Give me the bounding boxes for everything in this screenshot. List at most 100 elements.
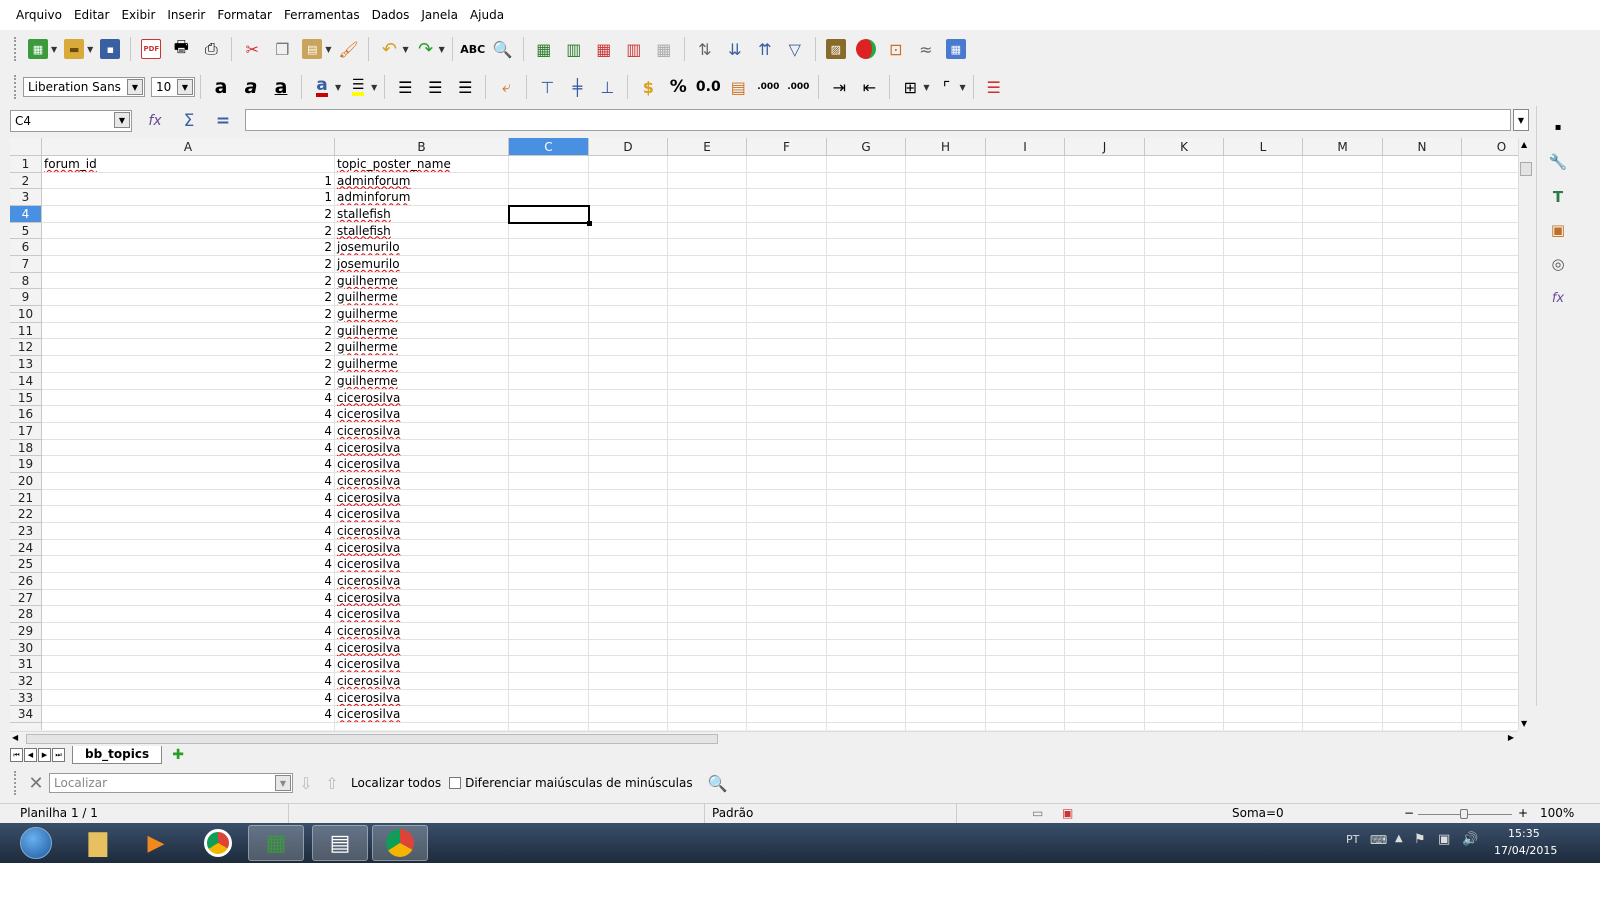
cell-a[interactable]: 4 (42, 656, 334, 672)
vertical-scroll-thumb[interactable] (1520, 162, 1532, 176)
row-header[interactable]: 31 (10, 656, 42, 674)
cell-a[interactable]: 4 (42, 456, 334, 472)
zoom-in-icon[interactable]: + (1518, 806, 1528, 820)
column-header[interactable]: B (335, 138, 509, 156)
fill-handle[interactable] (587, 220, 592, 226)
cell-b[interactable]: cicerosilva (335, 573, 508, 589)
column-header[interactable]: E (668, 138, 747, 156)
taskbar-chrome[interactable] (190, 825, 246, 861)
cell-a[interactable]: 2 (42, 239, 334, 255)
redo-button[interactable]: ↷ (411, 35, 441, 63)
number-format-button[interactable]: 0.0 (693, 73, 723, 101)
row-header[interactable]: 5 (10, 222, 42, 240)
wrap-text-button[interactable]: ⤶ (491, 73, 521, 101)
bold-button[interactable]: a (206, 73, 236, 101)
find-next-button[interactable]: ⇩ (293, 769, 319, 797)
column-header[interactable]: N (1383, 138, 1462, 156)
cell-a[interactable]: 4 (42, 606, 334, 622)
find-replace-button[interactable]: 🔍 (703, 769, 733, 797)
next-sheet-icon[interactable]: ▶ (38, 748, 51, 762)
cell-b[interactable]: cicerosilva (335, 623, 508, 639)
network-icon[interactable]: ▣ (1438, 832, 1450, 847)
cell-b[interactable]: guilherme (335, 339, 508, 355)
row-header[interactable]: 21 (10, 489, 42, 507)
pivot-table-button[interactable]: ⊡ (881, 35, 911, 63)
row-header[interactable]: 11 (10, 322, 42, 340)
cell-b[interactable]: topic_poster_name (335, 156, 508, 172)
cell-b[interactable]: guilherme (335, 306, 508, 322)
cell-b[interactable]: cicerosilva (335, 656, 508, 672)
currency-button[interactable]: $ (633, 73, 663, 101)
cell-a[interactable]: 2 (42, 256, 334, 272)
delete-decimal-button[interactable]: .000 (783, 73, 813, 101)
italic-button[interactable]: a (236, 73, 266, 101)
clock-date[interactable]: 17/04/2015 (1494, 844, 1557, 857)
borders-button[interactable]: ⊞ (895, 73, 925, 101)
last-sheet-icon[interactable]: ⏭ (52, 748, 65, 762)
cell-a[interactable]: 4 (42, 673, 334, 689)
zoom-slider-thumb[interactable] (1460, 809, 1468, 819)
print-preview-button[interactable]: ⎙ (196, 35, 226, 63)
cell-a[interactable]: 4 (42, 440, 334, 456)
column-header[interactable]: A (42, 138, 335, 156)
border-style-button[interactable]: ⌜ (931, 73, 961, 101)
cell-a[interactable]: 4 (42, 640, 334, 656)
toolbar-grip[interactable] (14, 75, 17, 99)
cell-a[interactable]: 4 (42, 390, 334, 406)
show-hidden-icons-icon[interactable]: ▲ (1395, 833, 1403, 844)
cell-b[interactable]: cicerosilva (335, 706, 508, 722)
cell-b[interactable]: guilherme (335, 273, 508, 289)
sidebar-menu-icon[interactable]: ▪ (1547, 116, 1569, 138)
cell-b[interactable]: guilherme (335, 356, 508, 372)
column-header[interactable]: K (1145, 138, 1224, 156)
underline-button[interactable]: a (266, 73, 296, 101)
cell-b[interactable]: cicerosilva (335, 523, 508, 539)
styles-icon[interactable]: T (1547, 186, 1569, 208)
taskbar-calc[interactable]: ▦ (248, 825, 304, 861)
cell-a[interactable]: 4 (42, 590, 334, 606)
autofilter-button[interactable]: ▽ (780, 35, 810, 63)
decrease-indent-button[interactable]: ⇤ (854, 73, 884, 101)
taskbar-media-player[interactable]: ▶ (128, 825, 184, 861)
row-header[interactable]: 12 (10, 339, 42, 357)
background-color-button[interactable]: ☰ (343, 73, 373, 101)
cell-b[interactable]: cicerosilva (335, 406, 508, 422)
column-button[interactable]: ▥ (559, 35, 589, 63)
menu-tools[interactable]: Ferramentas (278, 8, 366, 22)
chevron-down-icon[interactable]: ▼ (114, 112, 130, 128)
sum-button[interactable]: Σ (172, 108, 206, 134)
export-pdf-button[interactable]: PDF (136, 35, 166, 63)
cell-b[interactable]: cicerosilva (335, 590, 508, 606)
cell-b[interactable]: stallefish (335, 206, 508, 222)
row-header[interactable]: 23 (10, 522, 42, 540)
find-previous-button[interactable]: ⇧ (319, 769, 345, 797)
cell-a[interactable]: 2 (42, 289, 334, 305)
cell-a[interactable]: 2 (42, 223, 334, 239)
cell-b[interactable]: cicerosilva (335, 673, 508, 689)
cell-cursor[interactable] (508, 205, 590, 224)
cell-a[interactable]: 2 (42, 306, 334, 322)
cell-a[interactable]: 2 (42, 373, 334, 389)
copy-button[interactable]: ❐ (267, 35, 297, 63)
toolbar-grip[interactable] (14, 771, 17, 795)
action-center-icon[interactable]: ⚑ (1414, 832, 1426, 847)
sort-ascending-button[interactable]: ⇊ (720, 35, 750, 63)
menu-data[interactable]: Dados (366, 8, 416, 22)
cell-b[interactable]: stallefish (335, 223, 508, 239)
percent-button[interactable]: % (663, 73, 693, 101)
delete-row-button[interactable]: ▦ (589, 35, 619, 63)
scroll-left-icon[interactable]: ◀ (12, 733, 18, 742)
cell-b[interactable]: cicerosilva (335, 506, 508, 522)
functions-icon[interactable]: fx (1547, 287, 1569, 309)
row-header[interactable]: 18 (10, 439, 42, 457)
row-header[interactable]: 7 (10, 256, 42, 273)
cell-a[interactable]: 1 (42, 189, 334, 205)
formula-input[interactable] (245, 109, 1511, 131)
clone-formatting-button[interactable]: 🖌 (333, 35, 363, 63)
expand-formula-icon[interactable]: ▼ (1513, 109, 1529, 131)
cell-b[interactable]: cicerosilva (335, 540, 508, 556)
row-header[interactable]: 29 (10, 623, 42, 640)
row-header[interactable]: 20 (10, 472, 42, 490)
horizontal-scrollbar[interactable]: ◀ ▶ (10, 731, 1518, 745)
taskbar-explorer[interactable]: ▇ (70, 825, 126, 861)
